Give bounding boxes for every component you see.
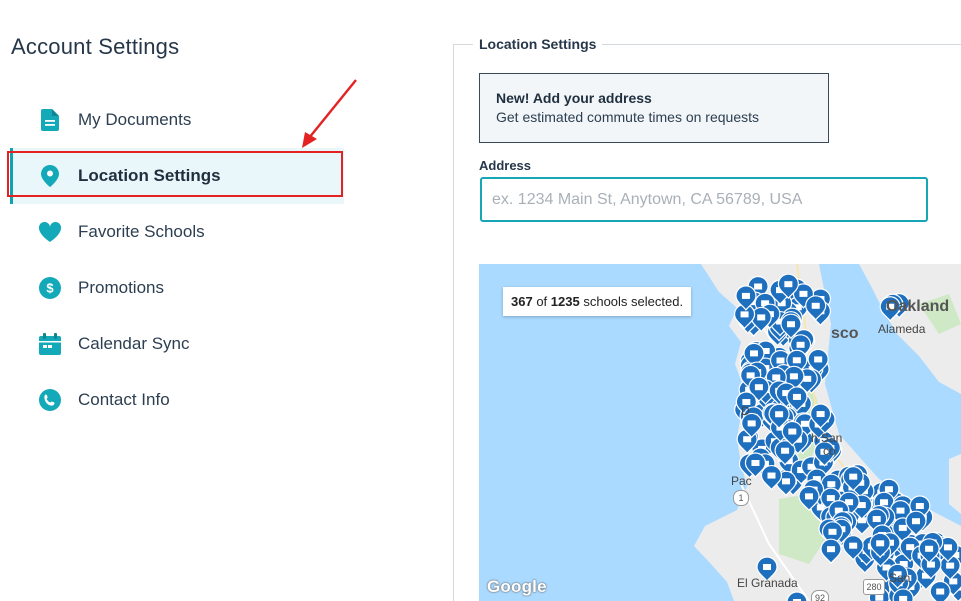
fieldset-border <box>453 44 454 601</box>
school-marker-icon[interactable] <box>929 580 951 601</box>
nav-item-label: Contact Info <box>78 390 170 409</box>
nav-item-label: Promotions <box>78 278 164 297</box>
dollar-coin-icon: $ <box>38 276 62 300</box>
of-text: of <box>536 294 548 309</box>
nav-item-my-documents[interactable]: My Documents <box>10 92 344 148</box>
notice-body: Get estimated commute times on requests <box>496 109 759 125</box>
heart-icon <box>38 220 62 244</box>
nav-item-label: Calendar Sync <box>78 334 190 353</box>
document-icon <box>38 108 62 132</box>
total-count: 1235 <box>550 294 580 309</box>
map-label-san-mateo: San <box>889 571 911 585</box>
address-label: Address <box>479 158 532 173</box>
school-marker-icon[interactable] <box>820 538 842 565</box>
map-label-alameda: Alameda <box>878 322 926 336</box>
settings-nav: My Documents Location Settings Favorite … <box>10 92 344 428</box>
map-label-san-francisco: sco <box>831 325 859 342</box>
map-label-south-sf: h San <box>811 431 843 445</box>
nav-item-promotions[interactable]: $ Promotions <box>10 260 344 316</box>
new-address-notice: New! Add your address Get estimated comm… <box>479 73 829 143</box>
google-logo: Google <box>487 577 547 596</box>
route-1-shield-icon: 1 <box>733 490 749 506</box>
location-pin-icon <box>38 164 62 188</box>
route-280-shield-icon: 280 <box>863 579 885 595</box>
suffix-text: schools selected. <box>583 294 684 309</box>
map-label-el-granada: El Granada <box>737 576 798 590</box>
calendar-icon <box>38 332 62 356</box>
map-label-south-sf-2: co <box>823 444 836 458</box>
nav-item-favorite-schools[interactable]: Favorite Schools <box>10 204 344 260</box>
nav-item-label: My Documents <box>78 110 192 129</box>
phone-icon <box>38 388 62 412</box>
notice-title: New! Add your address <box>496 90 652 106</box>
route-92-shield-icon: 92 <box>811 590 829 601</box>
map-label-pacifica: Pac <box>731 474 752 488</box>
schools-selected-counter: 367 of 1235 schools selected. <box>503 287 692 316</box>
map-label-daly-city: D <box>741 404 750 418</box>
selected-count: 367 <box>511 294 533 309</box>
nav-item-calendar-sync[interactable]: Calendar Sync <box>10 316 344 372</box>
annotation-arrow-icon <box>302 79 357 148</box>
school-marker-icon[interactable] <box>786 591 808 601</box>
nav-item-label: Favorite Schools <box>78 222 205 241</box>
address-input[interactable] <box>480 177 928 222</box>
nav-item-location-settings[interactable]: Location Settings <box>10 148 344 204</box>
nav-item-label: Location Settings <box>78 166 221 185</box>
location-settings-legend: Location Settings <box>473 36 603 52</box>
nav-item-contact-info[interactable]: Contact Info <box>10 372 344 428</box>
schools-map[interactable]: 367 of 1235 schools selected. Oakland Al… <box>479 264 961 601</box>
page-title: Account Settings <box>11 34 180 59</box>
svg-text:$: $ <box>46 281 54 296</box>
map-label-oakland: Oakland <box>886 298 950 315</box>
